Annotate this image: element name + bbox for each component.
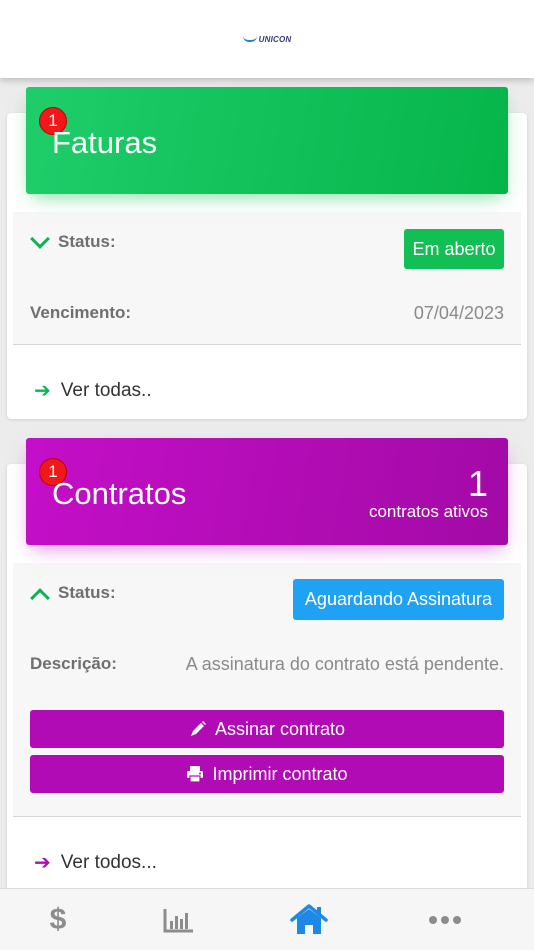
home-icon <box>290 904 328 934</box>
more-icon <box>429 916 461 924</box>
contratos-see-all-link[interactable]: ➔ Ver todos... <box>34 850 157 875</box>
faturas-vencimento-label: Vencimento: <box>30 303 132 322</box>
faturas-status-badge: Em aberto <box>404 229 504 269</box>
bar-chart-icon <box>163 909 193 933</box>
contratos-active-label: contratos ativos <box>368 502 488 521</box>
contratos-title: Contratos <box>52 476 187 511</box>
faturas-status-label: Status: <box>58 232 116 251</box>
contratos-descricao-value: A assinatura do contrato está pendente. <box>185 654 504 674</box>
nav-tab-mais[interactable] <box>405 889 485 950</box>
faturas-header[interactable]: 1 Faturas <box>26 87 508 194</box>
contratos-status-label: Status: <box>58 583 116 602</box>
pen-icon <box>190 721 206 736</box>
sign-contract-label: Assinar contrato <box>214 718 346 739</box>
printer-icon <box>187 766 204 783</box>
faturas-see-all-link[interactable]: ➔ Ver todas.. <box>34 378 152 403</box>
app-logo: UNICON <box>242 34 292 44</box>
logo-text: UNICON <box>258 34 292 44</box>
chevron-down-icon[interactable] <box>30 229 50 249</box>
faturas-vencimento-value: 07/04/2023 <box>413 303 504 323</box>
faturas-title: Faturas <box>52 125 158 160</box>
contratos-active-count: 1 <box>467 463 488 504</box>
contratos-divider <box>13 816 521 817</box>
sign-contract-button[interactable]: Assinar contrato <box>30 710 504 748</box>
contratos-header[interactable]: 1 Contratos 1 contratos ativos <box>26 438 508 545</box>
nav-tab-financeiro[interactable]: $ <box>18 889 98 950</box>
arrow-right-icon: ➔ <box>34 380 51 402</box>
arrow-right-icon: ➔ <box>34 852 51 874</box>
dollar-icon: $ <box>49 903 67 936</box>
print-contract-label: Imprimir contrato <box>212 763 348 784</box>
chevron-up-icon[interactable] <box>30 588 50 608</box>
faturas-detail-panel: Status: Em aberto Vencimento: 07/04/2023 <box>13 212 521 344</box>
faturas-see-all-label: Ver todas.. <box>60 379 152 401</box>
contratos-see-all-label: Ver todos... <box>60 851 157 873</box>
contratos-descricao-label: Descrição: <box>30 654 117 673</box>
nav-tab-consumo[interactable] <box>139 889 219 950</box>
logo-swoosh-icon <box>242 36 257 42</box>
bottom-navigation: $ <box>0 888 534 950</box>
nav-tab-home[interactable] <box>269 889 349 950</box>
top-app-bar: UNICON <box>0 0 534 78</box>
faturas-divider <box>13 344 521 345</box>
contratos-status-badge: Aguardando Assinatura <box>293 579 504 620</box>
print-contract-button[interactable]: Imprimir contrato <box>30 755 504 793</box>
